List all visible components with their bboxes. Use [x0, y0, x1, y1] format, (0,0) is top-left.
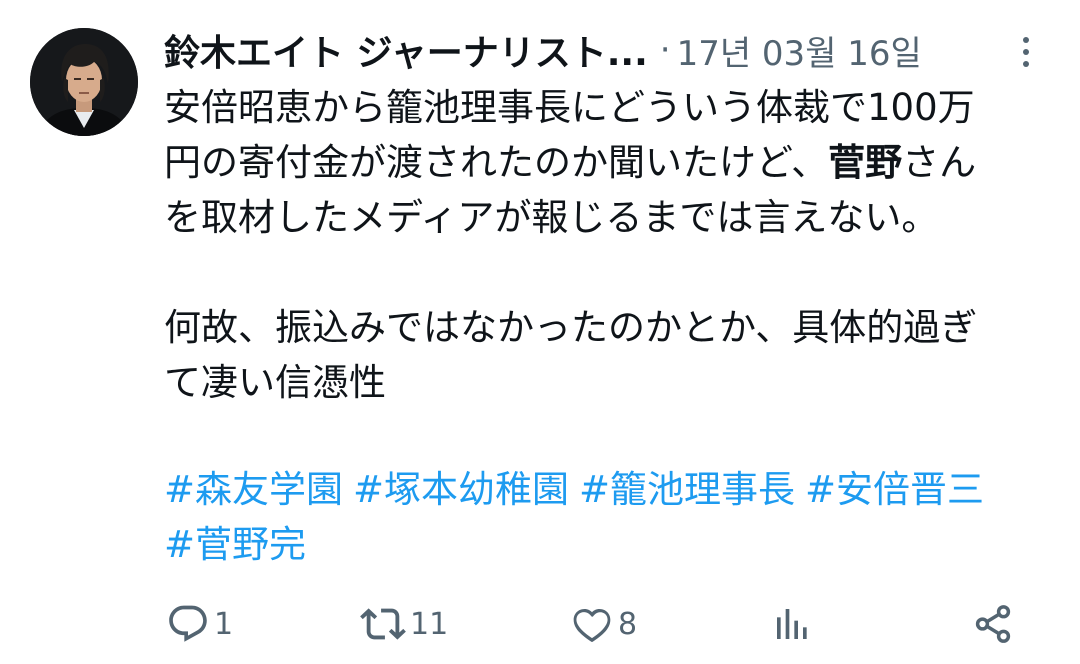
hashtag-link[interactable]: #塚本幼稚園: [353, 468, 569, 511]
hashtag-row: #森友学園 #塚本幼稚園 #籠池理事長 #安倍晋三: [164, 462, 1054, 517]
retweet-count: 11: [410, 606, 449, 642]
tweet-line: 円の寄付金が渡されたのか聞いたけど、菅野さん: [164, 135, 1054, 190]
tweet[interactable]: 鈴木エイト ジャーナリスト... · 17년 03월 16일 安倍昭恵から籠池理…: [0, 0, 1080, 664]
hashtag-row: #菅野完: [164, 517, 1054, 572]
reply-button[interactable]: 1: [166, 596, 233, 652]
heart-icon: [573, 609, 611, 642]
tweet-text: 安倍昭恵から籠池理事長にどういう体裁で100万 円の寄付金が渡されたのか聞いたけ…: [164, 80, 1054, 410]
hashtag-link[interactable]: #菅野完: [164, 523, 306, 566]
tweet-line-segment: 円の寄付金が渡されたのか聞いたけど、: [164, 141, 829, 184]
reply-icon: [169, 605, 207, 642]
tweet-timestamp[interactable]: 17년 03월 16일: [677, 26, 922, 75]
hashtags: #森友学園 #塚本幼稚園 #籠池理事長 #安倍晋三 #菅野完: [164, 462, 1054, 572]
tweet-line-segment: さん: [902, 141, 977, 184]
retweet-icon: [360, 608, 406, 640]
share-button[interactable]: [972, 596, 1014, 652]
bar-chart-icon: [777, 609, 807, 639]
tweet-line: て凄い信憑性: [164, 361, 386, 404]
like-count: 8: [618, 606, 638, 642]
tweet-line: を取材したメディアが報じるまでは言えない。: [164, 196, 939, 239]
tweet-header: 鈴木エイト ジャーナリスト... · 17년 03월 16일: [164, 24, 1044, 76]
avatar[interactable]: [30, 28, 138, 136]
more-options-button[interactable]: [1012, 28, 1040, 76]
avatar-image: [30, 28, 138, 136]
hashtag-link[interactable]: #安倍晋三: [805, 468, 984, 511]
meta-separator: ·: [659, 30, 671, 70]
author-display-name[interactable]: 鈴木エイト ジャーナリスト...: [164, 24, 648, 76]
action-bar: 1 11 8: [164, 596, 1044, 652]
hashtag-link[interactable]: #森友学園: [164, 468, 343, 511]
views-button[interactable]: [772, 596, 812, 652]
tweet-line: 安倍昭恵から籠池理事長にどういう体裁で100万: [164, 86, 975, 129]
hashtag-link[interactable]: #籠池理事長: [579, 468, 795, 511]
highlighted-name: 菅野: [828, 141, 903, 184]
reply-count: 1: [214, 606, 234, 642]
retweet-button[interactable]: 11: [360, 596, 448, 652]
more-vertical-icon: [1023, 37, 1029, 67]
tweet-line: 何故、振込みではなかったのかとか、具体的過ぎ: [164, 306, 978, 349]
share-icon: [975, 605, 1011, 643]
like-button[interactable]: 8: [570, 596, 637, 652]
